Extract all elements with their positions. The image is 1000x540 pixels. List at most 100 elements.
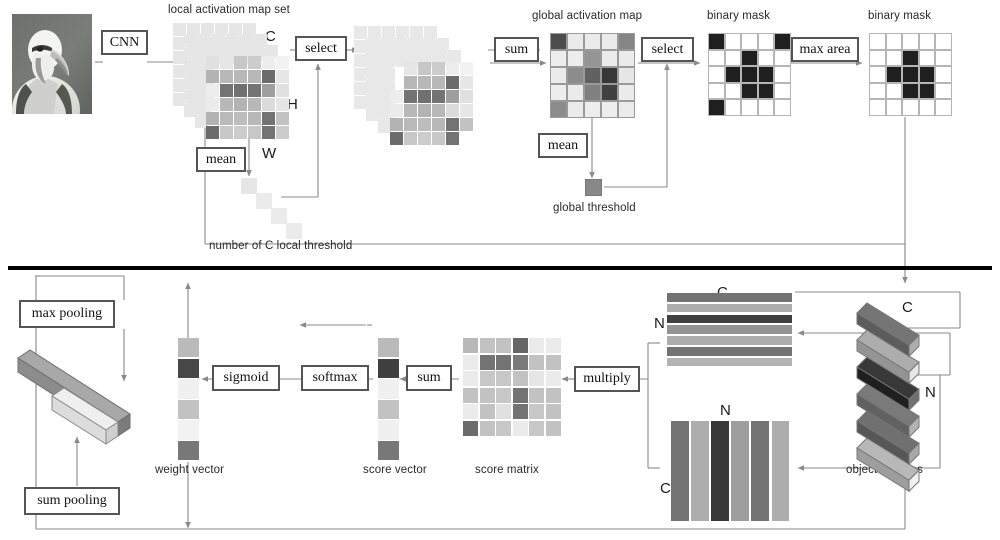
score-matrix-cell <box>512 338 528 354</box>
binary-mask-cell <box>708 82 725 100</box>
label-score-matrix: score matrix <box>475 464 539 476</box>
binary-mask-cell <box>724 66 742 83</box>
global-activation-cell <box>601 84 618 101</box>
activation-cell <box>248 70 261 83</box>
activation-cell-back <box>378 106 391 119</box>
activation-cell-back <box>380 38 393 51</box>
score-matrix-cell <box>529 420 545 436</box>
activation-cell <box>262 112 275 125</box>
object-feature-slab <box>856 339 910 385</box>
score-matrix-cell <box>512 354 528 370</box>
op-sum-pooling[interactable]: sum pooling <box>24 487 120 515</box>
dim-C-features: C <box>902 299 913 316</box>
binary-mask-cell <box>902 66 919 83</box>
activation-cell-back <box>434 50 447 63</box>
op-max-pooling[interactable]: max pooling <box>19 300 115 328</box>
activation-cell <box>390 104 403 117</box>
dim-N-cols: N <box>720 402 731 419</box>
activation-cell <box>418 90 431 103</box>
nc-stripe <box>667 314 792 324</box>
score-matrix-cell <box>545 338 561 354</box>
global-activation-cell <box>550 50 567 67</box>
op-mean-global[interactable]: mean <box>538 133 588 158</box>
activation-cell <box>418 118 431 131</box>
activation-cell <box>390 118 403 131</box>
activation-cell <box>220 84 233 97</box>
global-activation-cell <box>618 101 635 118</box>
activation-cell-back <box>436 38 449 51</box>
score-matrix-cell <box>496 404 512 420</box>
global-activation-cell <box>550 84 567 101</box>
activation-cell <box>446 104 459 117</box>
object-feature-slab <box>908 361 920 385</box>
global-activation-cell <box>567 67 584 84</box>
activation-cell <box>432 62 445 75</box>
activation-cell-back <box>406 50 419 63</box>
op-softmax[interactable]: softmax <box>301 365 369 391</box>
activation-cell <box>418 62 431 75</box>
activation-cell-back <box>366 94 379 107</box>
object-feature-slab <box>856 383 920 427</box>
label-global-threshold: global threshold <box>553 202 636 214</box>
score-matrix-cell <box>512 404 528 420</box>
activation-cell-back <box>378 64 391 77</box>
op-sum-top[interactable]: sum <box>494 37 539 62</box>
activation-cell <box>460 62 473 75</box>
activation-cell-back <box>354 82 367 95</box>
op-sum-bottom[interactable]: sum <box>406 365 452 391</box>
local-threshold-cell <box>286 223 302 239</box>
binary-mask-cell <box>774 82 791 100</box>
binary-mask-cell <box>918 49 936 67</box>
activation-cell <box>390 90 403 103</box>
object-features-stack <box>856 302 920 493</box>
activation-cell-back <box>366 66 379 79</box>
op-max-area[interactable]: max area <box>791 37 859 62</box>
op-select-1[interactable]: select <box>295 36 347 61</box>
cn-stripe <box>771 421 789 521</box>
op-sigmoid[interactable]: sigmoid <box>212 365 280 391</box>
score-matrix-cell <box>545 387 561 403</box>
binary-mask-cell <box>869 82 886 100</box>
activation-cell <box>262 98 275 111</box>
activation-cell <box>206 112 219 125</box>
activation-cell <box>460 76 473 89</box>
global-activation-cell <box>601 101 618 118</box>
activation-cell <box>446 132 459 145</box>
activation-cell <box>432 132 445 145</box>
activation-cell <box>248 126 261 139</box>
score-vector-cell <box>378 441 399 461</box>
activation-cell <box>234 126 247 139</box>
nc-stripe <box>667 325 792 334</box>
score-matrix-cell <box>545 371 561 387</box>
binary-mask-cell <box>708 33 725 50</box>
activation-cell-back <box>410 26 423 39</box>
op-cnn[interactable]: CNN <box>101 30 148 55</box>
binary-mask-cell <box>885 33 903 50</box>
global-activation-cell <box>584 50 601 67</box>
binary-mask-cell <box>935 82 952 100</box>
label-binary-mask-1: binary mask <box>707 10 771 22</box>
binary-mask-cell <box>885 82 903 100</box>
global-activation-cell <box>601 33 618 50</box>
activation-cell <box>446 62 459 75</box>
activation-cell <box>276 112 289 125</box>
binary-mask-cell <box>885 99 903 116</box>
score-matrix-cell <box>463 354 479 370</box>
activation-cell <box>404 132 417 145</box>
object-feature-slab <box>856 410 920 454</box>
binary-mask-cell <box>741 99 758 116</box>
weight-vector-cell <box>178 441 199 461</box>
global-activation-cell <box>550 33 567 50</box>
activation-cell-back <box>448 50 461 63</box>
binary-mask-cell <box>757 82 775 100</box>
op-multiply[interactable]: multiply <box>574 366 640 392</box>
op-select-2[interactable]: select <box>641 37 694 62</box>
activation-cell-back <box>396 26 409 39</box>
score-matrix-cell <box>479 420 495 436</box>
activation-cell <box>234 84 247 97</box>
activation-cell <box>206 126 219 139</box>
global-threshold-cell <box>585 179 602 196</box>
activation-cell <box>248 98 261 111</box>
activation-cell <box>262 126 275 139</box>
op-mean-local[interactable]: mean <box>196 147 246 172</box>
